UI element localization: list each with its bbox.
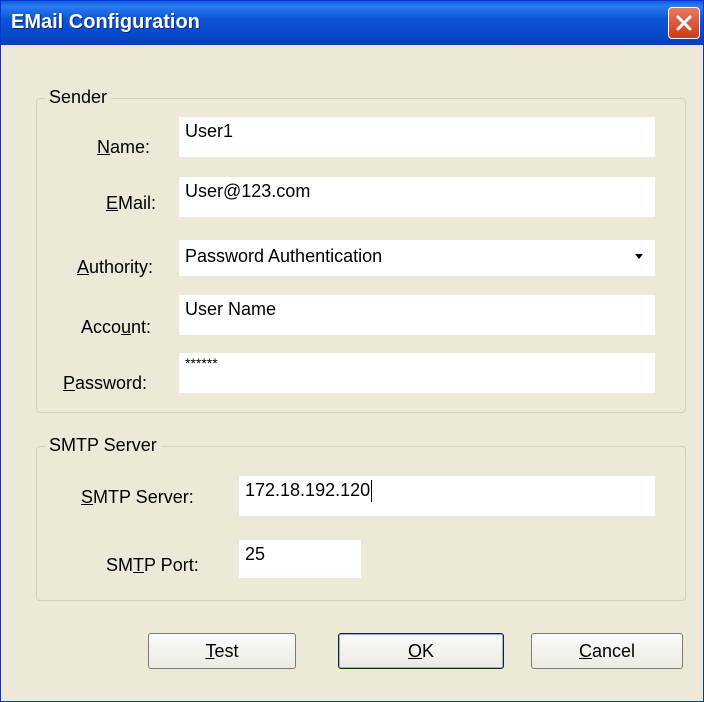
name-label: Name: [97, 137, 151, 157]
smtp-server-field[interactable]: 172.18.192.120 [239, 476, 655, 516]
authority-selected-value: Password Authentication [185, 246, 383, 266]
title-bar[interactable]: EMail Configuration [1, 1, 703, 45]
smtp-server-label: SMTP Server: [81, 487, 194, 507]
chevron-down-icon [635, 254, 643, 259]
email-label: EMail: [106, 193, 157, 213]
window-title: EMail Configuration [11, 11, 200, 33]
ok-button[interactable]: OK [338, 633, 504, 669]
cancel-button[interactable]: Cancel [531, 633, 683, 669]
email-field[interactable]: User@123.com [179, 177, 655, 217]
text-cursor [371, 480, 373, 503]
smtp-port-label: SMTP Port: [106, 555, 199, 575]
smtp-server-value: 172.18.192.120 [245, 480, 371, 500]
account-label: Account: [81, 317, 152, 337]
email-configuration-dialog: EMail Configuration Sender Name: User1 E… [0, 0, 704, 702]
sender-legend: Sender [45, 87, 112, 108]
password-label: Password: [63, 373, 148, 393]
name-field[interactable]: User1 [179, 117, 655, 157]
authority-dropdown-button[interactable] [625, 242, 653, 270]
close-button[interactable] [668, 7, 700, 39]
test-button[interactable]: Test [148, 633, 296, 669]
close-icon [676, 15, 692, 31]
authority-select[interactable]: Password Authentication [179, 240, 655, 276]
smtp-port-field[interactable]: 25 [239, 540, 361, 578]
smtp-server-group [36, 446, 686, 601]
authority-label: Authority: [77, 257, 154, 277]
account-field[interactable]: User Name [179, 295, 655, 335]
password-field[interactable]: ****** [179, 353, 655, 393]
smtp-server-legend: SMTP Server [45, 435, 161, 456]
